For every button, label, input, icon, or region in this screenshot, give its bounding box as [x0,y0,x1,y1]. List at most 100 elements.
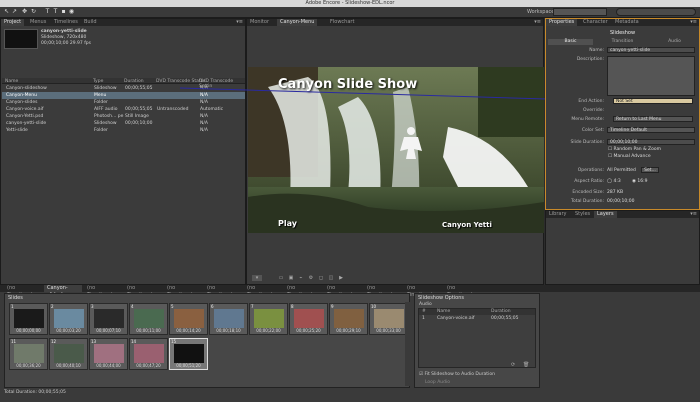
col-name[interactable]: Name [5,79,18,84]
subtab-transition[interactable]: Transition [600,39,645,45]
encoded-size-value: 287 KB [607,190,624,195]
project-row[interactable]: Yetti-slide Folder N/A [2,127,245,134]
slide-thumbnail[interactable]: 13 00;00;44;00 [89,338,128,370]
col-duration[interactable]: Duration [124,79,144,84]
operations-set-button[interactable]: Set... [641,167,659,173]
layer-icon[interactable]: ◫ [328,275,334,281]
timeline-tab[interactable]: (no Timelines) [244,285,282,298]
random-pan-checkbox[interactable]: ☐ Random Pan & Zoom [608,147,661,152]
slide-thumbnail[interactable]: 10 00;00;33;00 [369,303,408,335]
subtab-audio[interactable]: Audio [652,39,697,45]
aspect-ratio-label: Aspect Ratio: [574,179,604,184]
timeline-tab[interactable]: Canyon-slideshow [44,285,82,298]
tab-menus[interactable]: Menus [27,19,49,26]
slides-scrollbar[interactable] [405,302,410,386]
tab-layers[interactable]: Layers [594,211,617,218]
col-type[interactable]: Type [93,79,103,84]
workspace-label: Workspace: [527,9,557,15]
preview-icon[interactable]: ▶ [338,275,344,281]
end-action-select[interactable]: Not Set [613,98,693,104]
vertical-text-tool-icon[interactable]: T [52,8,59,16]
project-row[interactable]: canyon-yetti-slide Slideshow 00;00;10;00 N/… [2,120,245,127]
properties-heading: Slideshow [609,30,636,36]
timeline-tab[interactable]: (no Timelines) [284,285,322,298]
timeline-tab[interactable]: (no Timelines) [444,285,482,298]
timeline-tab[interactable]: (no Timelines) [4,285,42,298]
description-label: Description: [576,57,604,62]
show-subpicture-icon[interactable]: ▣ [288,275,294,281]
move-tool-icon[interactable]: ✥ [21,8,28,16]
menu-remote-label: Menu Remote: [571,117,604,122]
slide-thumbnail[interactable]: 2 00;00;03;20 [49,303,88,335]
tab-metadata[interactable]: Metadata [612,19,642,26]
tab-character[interactable]: Character [580,19,611,26]
timeline-tab[interactable]: (no Timelines) [364,285,402,298]
name-field[interactable]: canyon-yetti-slide [607,47,695,53]
direct-select-tool-icon[interactable]: ↗ [11,8,18,16]
timeline-tab[interactable]: (no Timelines) [404,285,442,298]
selection-tool-icon[interactable]: ↖ [3,8,10,16]
menu-remote-select[interactable]: Return to Last Menu [613,116,693,122]
panel-menu-icon[interactable]: ▾≡ [690,211,697,218]
audio-row[interactable]: 1 Canyon-voice.aif 00;00;55;05 [419,316,535,322]
slide-thumbnail[interactable]: 4 00;00;11;00 [129,303,168,335]
loop-audio-label[interactable]: Loop Audio [425,380,450,385]
slide-thumbnail[interactable]: 9 00;00;29;10 [329,303,368,335]
color-set-select[interactable]: Timeline Default [607,127,695,133]
tab-library[interactable]: Library [546,211,569,218]
slide-thumbnail[interactable]: 14 00;00;47;20 [129,338,168,370]
aspect-43-radio[interactable]: ◯ 4:3 [607,179,621,184]
slide-thumbnail[interactable]: 11 00;00;36;20 [9,338,48,370]
preview-icon[interactable]: ◉ [68,8,75,16]
slide-thumbnail[interactable]: 5 00;00;14;20 [169,303,208,335]
timeline-tab[interactable]: (no Timelines) [204,285,242,298]
tab-build[interactable]: Build [81,19,100,26]
slide-thumbnail[interactable]: 1 00;00;00;00 [9,303,48,335]
play-button[interactable]: Play [278,219,297,228]
tab-timelines[interactable]: Timelines [51,19,81,26]
tab-flowchart[interactable]: Flowchart [327,19,357,26]
panel-menu-icon[interactable]: ▾≡ [690,19,697,26]
audio-delete-icon[interactable]: 🗑 [523,362,529,368]
aspect-169-radio[interactable]: ◉ 16:9 [632,179,647,184]
workspace-select[interactable] [553,8,607,16]
timeline-tab[interactable]: (no Timelines) [124,285,162,298]
timeline-tab[interactable]: (no Timelines) [324,285,362,298]
slide-thumbnail[interactable]: 6 00;00;18;10 [209,303,248,335]
tab-project[interactable]: Project [1,19,25,26]
tab-monitor[interactable]: Monitor [247,19,272,26]
tab-properties[interactable]: Properties [546,19,578,26]
total-duration-label: Total Duration: [570,199,604,204]
audio-add-icon[interactable]: ⟳ [511,362,515,368]
slide-image [254,309,284,328]
row-type: AIFF audio [94,107,118,112]
panel-menu-icon[interactable]: ▾≡ [236,19,243,26]
safe-area-icon[interactable]: ▭ [278,275,284,281]
route-icon[interactable]: ⚙ [308,275,314,281]
slide-thumbnail[interactable]: 7 00;00;22;00 [249,303,288,335]
fit-audio-checkbox[interactable]: ☑ Fit Slideshow to Audio Duration [419,372,495,377]
rotate-tool-icon[interactable]: ↻ [30,8,37,16]
slide-thumbnail[interactable]: 12 00;00;40;10 [49,338,88,370]
tab-styles[interactable]: Styles [572,211,593,218]
timeline-tab[interactable]: (no Timelines) [164,285,202,298]
slide-duration-field[interactable]: 00;00;10;00 [607,139,695,145]
subtab-basic[interactable]: Basic [548,39,593,45]
text-tool-icon[interactable]: T [44,8,51,16]
slide-thumbnail[interactable]: 3 00;00;07;10 [89,303,128,335]
tab-canyon-menu[interactable]: Canyon-Menu [277,19,318,26]
slide-thumbnail[interactable]: 8 00;00;25;20 [289,303,328,335]
description-field[interactable] [607,56,695,96]
project-row[interactable]: Canyon-Yetti.psd Photosh... pe Still Image… [2,113,245,120]
link-icon[interactable]: ⌁ [298,275,304,281]
search-input[interactable] [616,8,696,16]
slide-thumbnail[interactable]: 15 00;00;51;20 [169,338,208,370]
panel-menu-icon[interactable]: ▾≡ [534,19,541,26]
manual-advance-checkbox[interactable]: ☐ Manual Advance [608,154,651,159]
random-pan-label: Random Pan & Zoom [613,147,661,152]
zoom-tool-icon[interactable]: ▪ [60,8,67,16]
zoom-select[interactable]: ▾ [252,275,262,281]
timeline-tab[interactable]: (no Timelines) [84,285,122,298]
canyon-yetti-button[interactable]: Canyon Yetti [442,221,492,229]
button-icon[interactable]: ◻ [318,275,324,281]
